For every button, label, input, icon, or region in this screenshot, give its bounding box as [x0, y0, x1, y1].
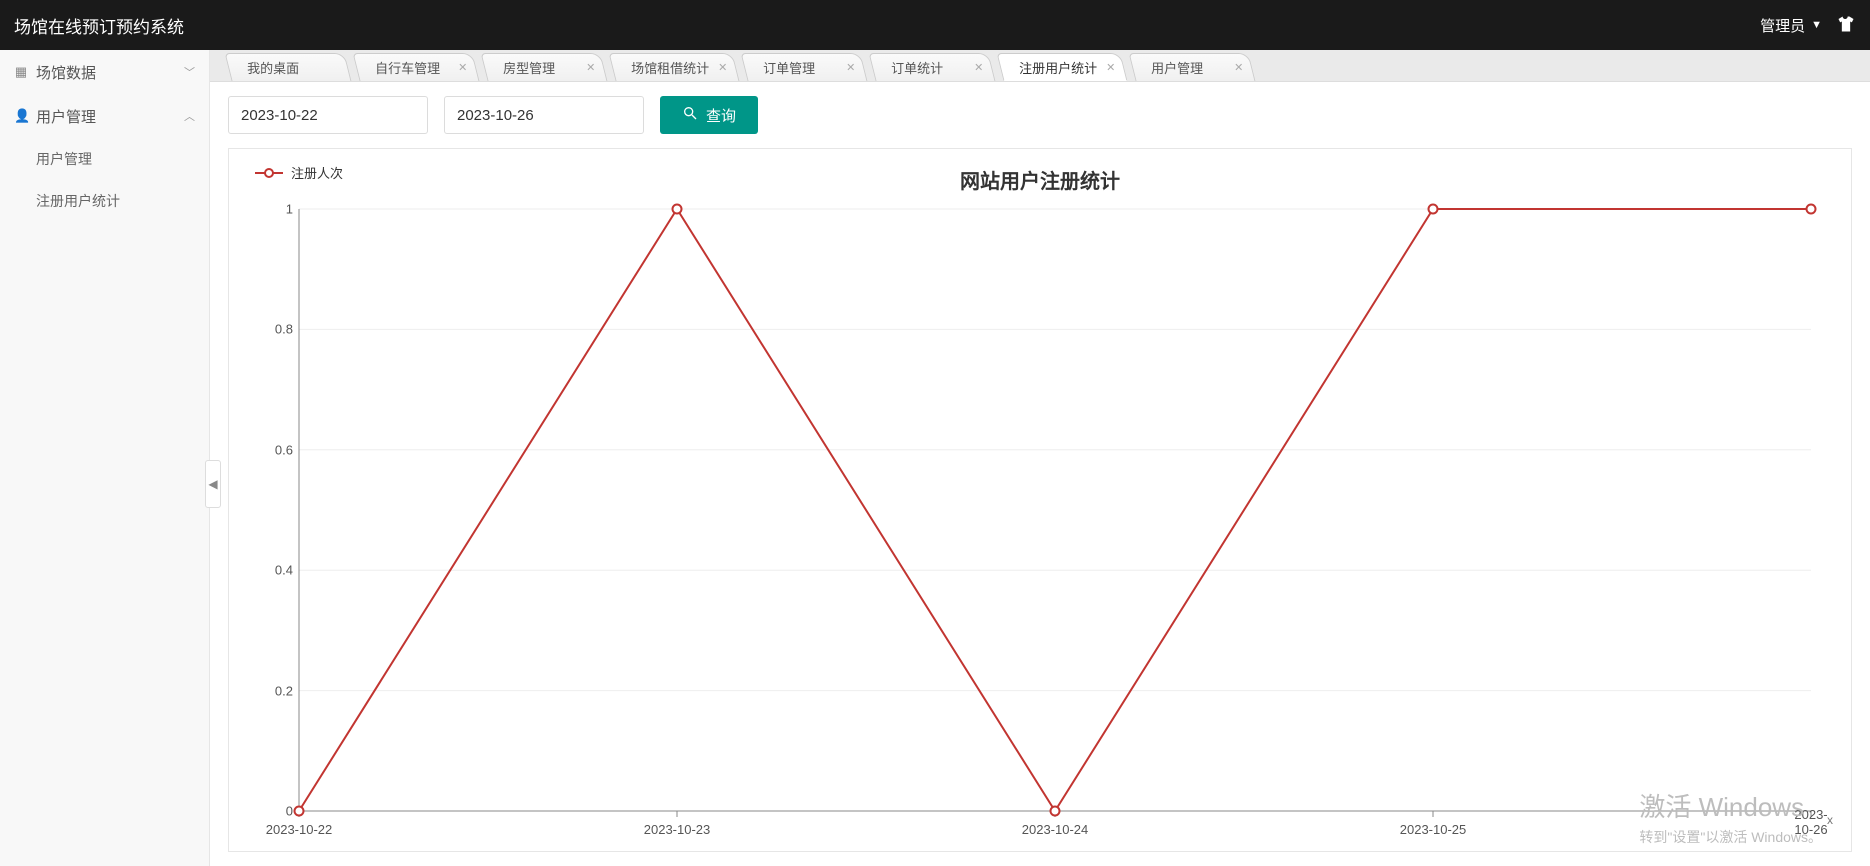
date-to-input[interactable]: [444, 96, 644, 134]
search-icon: [682, 105, 698, 125]
legend-series-label: 注册人次: [291, 163, 343, 182]
user-icon: 👤: [14, 108, 28, 124]
chart-legend[interactable]: 注册人次: [255, 163, 343, 182]
close-icon[interactable]: ✕: [1234, 61, 1243, 74]
x-tick: 2023-10-24: [1022, 822, 1089, 837]
tab-7[interactable]: 用户管理 ✕: [1129, 53, 1256, 81]
app-title: 场馆在线预订预约系统: [14, 13, 184, 38]
sidebar-item-label: 用户管理: [36, 149, 92, 169]
tab-label: 自行车管理: [375, 58, 440, 77]
tab-label: 注册用户统计: [1019, 58, 1097, 77]
close-icon[interactable]: ✕: [1106, 61, 1115, 74]
close-icon[interactable]: ✕: [718, 61, 727, 74]
close-icon[interactable]: ✕: [458, 61, 467, 74]
grid-icon: ▦: [14, 64, 28, 80]
theme-icon[interactable]: [1836, 14, 1856, 37]
tab-3[interactable]: 场馆租借统计 ✕: [609, 53, 740, 81]
y-tick: 0.6: [265, 442, 293, 457]
y-tick: 0.4: [265, 563, 293, 578]
sidebar-item-reg-stats[interactable]: 注册用户统计: [0, 180, 209, 222]
y-tick: 0.8: [265, 322, 293, 337]
chart-container: 注册人次 网站用户注册统计 x 00.20.40.60.812023-10-22…: [228, 148, 1852, 852]
legend-marker-icon: [255, 167, 283, 179]
chart-plot-area[interactable]: x 00.20.40.60.812023-10-222023-10-232023…: [299, 209, 1811, 811]
chevron-down-icon: ▼: [1811, 19, 1822, 31]
x-tick: 2023-10-25: [1400, 822, 1467, 837]
sidebar-group-label: 场馆数据: [36, 62, 176, 83]
top-right: 管理员 ▼: [1760, 14, 1856, 37]
content-panel: 查询 注册人次 网站用户注册统计 x 00.20.40.60.812023-10…: [210, 82, 1870, 866]
tab-label: 场馆租借统计: [631, 58, 709, 77]
tab-5[interactable]: 订单统计 ✕: [869, 53, 996, 81]
tab-2[interactable]: 房型管理 ✕: [481, 53, 608, 81]
sidebar-group-venue-data[interactable]: ▦ 场馆数据 ﹀: [0, 50, 209, 94]
chart-title: 网站用户注册统计: [257, 165, 1823, 194]
tab-label: 订单统计: [891, 58, 943, 77]
tab-bar: 我的桌面自行车管理✕房型管理✕场馆租借统计✕订单管理✕订单统计✕注册用户统计✕用…: [210, 50, 1870, 82]
sidebar-group-label: 用户管理: [36, 106, 176, 127]
tab-4[interactable]: 订单管理 ✕: [741, 53, 868, 81]
sidebar-collapse-toggle[interactable]: ◀: [205, 460, 221, 508]
sidebar-group-user-mgmt[interactable]: 👤 用户管理 ︿: [0, 94, 209, 138]
date-from-input[interactable]: [228, 96, 428, 134]
tab-label: 我的桌面: [247, 58, 299, 77]
tab-1[interactable]: 自行车管理 ✕: [353, 53, 480, 81]
chevron-down-icon: ﹀: [184, 64, 195, 80]
chevron-up-icon: ︿: [184, 108, 195, 124]
query-button[interactable]: 查询: [660, 96, 758, 134]
top-bar: 场馆在线预订预约系统 管理员 ▼: [0, 0, 1870, 50]
close-icon[interactable]: ✕: [586, 61, 595, 74]
admin-dropdown[interactable]: 管理员 ▼: [1760, 15, 1822, 36]
close-icon[interactable]: ✕: [974, 61, 983, 74]
x-axis-label: x: [1827, 813, 1833, 827]
x-tick: 2023-10-22: [266, 822, 333, 837]
sidebar-item-user-mgmt[interactable]: 用户管理: [0, 138, 209, 180]
sidebar-item-label: 注册用户统计: [36, 191, 120, 211]
tab-label: 订单管理: [763, 58, 815, 77]
y-tick: 1: [265, 202, 293, 217]
tab-6[interactable]: 注册用户统计 ✕: [997, 53, 1128, 81]
tab-label: 用户管理: [1151, 58, 1203, 77]
query-button-label: 查询: [706, 105, 736, 126]
sidebar: ▦ 场馆数据 ﹀ 👤 用户管理 ︿ 用户管理 注册用户统计 ◀: [0, 50, 210, 866]
x-tick: 2023-10-26: [1794, 807, 1827, 837]
main-area: 我的桌面自行车管理✕房型管理✕场馆租借统计✕订单管理✕订单统计✕注册用户统计✕用…: [210, 50, 1870, 866]
close-icon[interactable]: ✕: [846, 61, 855, 74]
admin-label: 管理员: [1760, 15, 1805, 36]
tab-0[interactable]: 我的桌面: [225, 53, 352, 81]
y-tick: 0.2: [265, 683, 293, 698]
y-tick: 0: [265, 804, 293, 819]
x-tick: 2023-10-23: [644, 822, 711, 837]
filter-row: 查询: [228, 96, 1852, 134]
tab-label: 房型管理: [503, 58, 555, 77]
